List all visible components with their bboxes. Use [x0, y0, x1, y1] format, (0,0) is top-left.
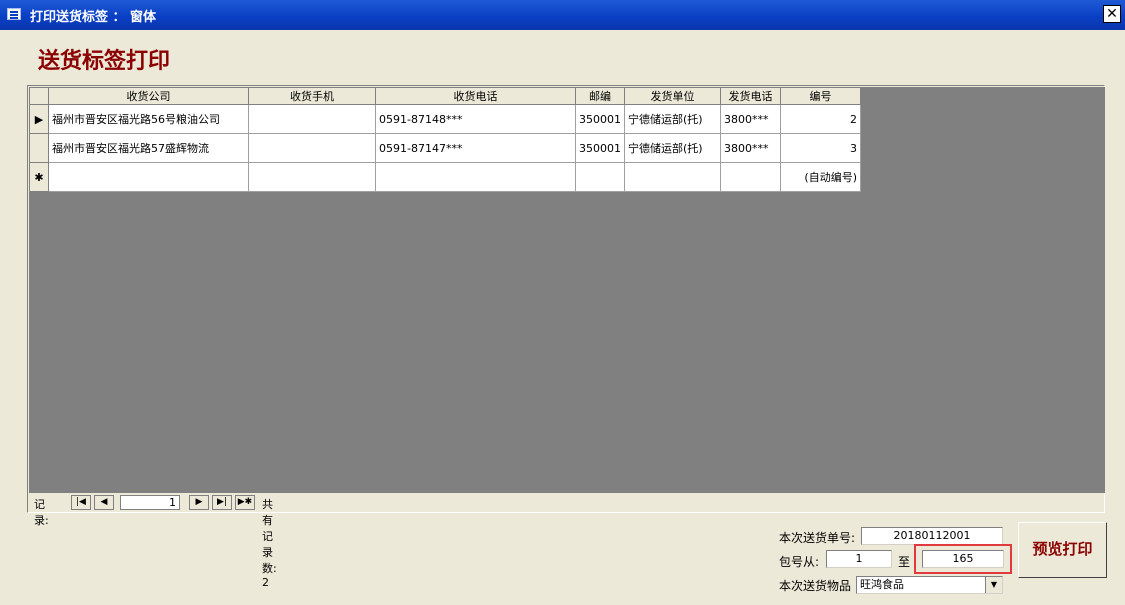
record-selector-new[interactable]: ✱	[29, 162, 49, 192]
cell[interactable]: 福州市晋安区福光路57盛辉物流	[48, 133, 249, 163]
cell[interactable]: 2	[780, 104, 861, 134]
cell[interactable]: 3800***	[720, 104, 781, 134]
datasheet-area[interactable]: 收货公司 收货手机 收货电话 邮编 发货单位 发货电话 编号 ▶ 福州市晋安区福…	[29, 87, 1105, 493]
cell[interactable]: 0591-87148***	[375, 104, 576, 134]
column-header[interactable]: 邮编	[575, 87, 625, 105]
goods-label: 本次送货物品	[779, 579, 852, 593]
pkg-from-input[interactable]: 1	[826, 550, 892, 568]
cell[interactable]	[248, 162, 376, 192]
window-title: 打印送货标签 ： 窗体	[30, 10, 157, 25]
column-header-row: 收货公司 收货手机 收货电话 邮编 发货单位 发货电话 编号	[29, 87, 861, 105]
cell[interactable]	[720, 162, 781, 192]
datasheet-frame: 收货公司 收货手机 收货电话 邮编 发货单位 发货电话 编号 ▶ 福州市晋安区福…	[27, 85, 1105, 589]
form-title: 送货标签打印	[38, 48, 171, 74]
new-record-row[interactable]: ✱ (自动编号)	[29, 162, 861, 192]
record-selector[interactable]	[29, 133, 49, 163]
close-button[interactable]: ✕	[1103, 5, 1121, 23]
column-header[interactable]: 收货手机	[248, 87, 376, 105]
pkg-from-label: 包号从:	[779, 555, 820, 569]
cell[interactable]	[48, 162, 249, 192]
column-header[interactable]: 发货单位	[624, 87, 721, 105]
record-count: 共有记录数: 2	[262, 498, 277, 589]
first-record-button[interactable]: |◀	[71, 495, 91, 510]
nav-label: 记录:	[34, 498, 49, 527]
cell[interactable]: 0591-87147***	[375, 133, 576, 163]
last-record-button[interactable]: ▶|	[212, 495, 232, 510]
highlight-box	[914, 544, 1012, 574]
new-record-button[interactable]: ▶✱	[235, 495, 255, 510]
table-row[interactable]: ▶ 福州市晋安区福光路56号粮油公司 0591-87148*** 350001 …	[29, 104, 861, 134]
cell[interactable]: 宁德储运部(托)	[624, 104, 721, 134]
datasheet-table: 收货公司 收货手机 收货电话 邮编 发货单位 发货电话 编号 ▶ 福州市晋安区福…	[29, 87, 861, 192]
delivery-no-label: 本次送货单号:	[779, 531, 856, 545]
cell[interactable]	[624, 162, 721, 192]
to-label: 至	[898, 555, 911, 569]
current-record-input[interactable]: 1	[120, 495, 180, 510]
cell[interactable]: 350001	[575, 104, 625, 134]
goods-select-value: 旺鸿食品	[860, 578, 904, 591]
cell[interactable]: 宁德储运部(托)	[624, 133, 721, 163]
record-selector-current[interactable]: ▶	[29, 104, 49, 134]
column-header[interactable]: 收货电话	[375, 87, 576, 105]
cell[interactable]	[248, 133, 376, 163]
form-icon	[7, 8, 21, 20]
chevron-down-icon[interactable]: ▼	[985, 577, 1002, 593]
table-row[interactable]: 福州市晋安区福光路57盛辉物流 0591-87147*** 350001 宁德储…	[29, 133, 861, 163]
preview-print-button[interactable]: 预览打印	[1018, 522, 1107, 578]
cell[interactable]	[248, 104, 376, 134]
column-header[interactable]: 收货公司	[48, 87, 249, 105]
title-bar: 打印送货标签 ： 窗体 ✕	[0, 0, 1125, 30]
goods-select[interactable]: 旺鸿食品 ▼	[856, 576, 1003, 594]
corner-cell[interactable]	[29, 87, 49, 105]
next-record-button[interactable]: ▶	[189, 495, 209, 510]
cell[interactable]: 350001	[575, 133, 625, 163]
cell[interactable]: 福州市晋安区福光路56号粮油公司	[48, 104, 249, 134]
cell[interactable]: (自动编号)	[780, 162, 861, 192]
cell[interactable]	[375, 162, 576, 192]
cell[interactable]	[575, 162, 625, 192]
delivery-no-input[interactable]: 20180112001	[861, 527, 1003, 545]
prev-record-button[interactable]: ◀	[94, 495, 114, 510]
column-header[interactable]: 编号	[780, 87, 861, 105]
column-header[interactable]: 发货电话	[720, 87, 781, 105]
cell[interactable]: 3	[780, 133, 861, 163]
cell[interactable]: 3800***	[720, 133, 781, 163]
